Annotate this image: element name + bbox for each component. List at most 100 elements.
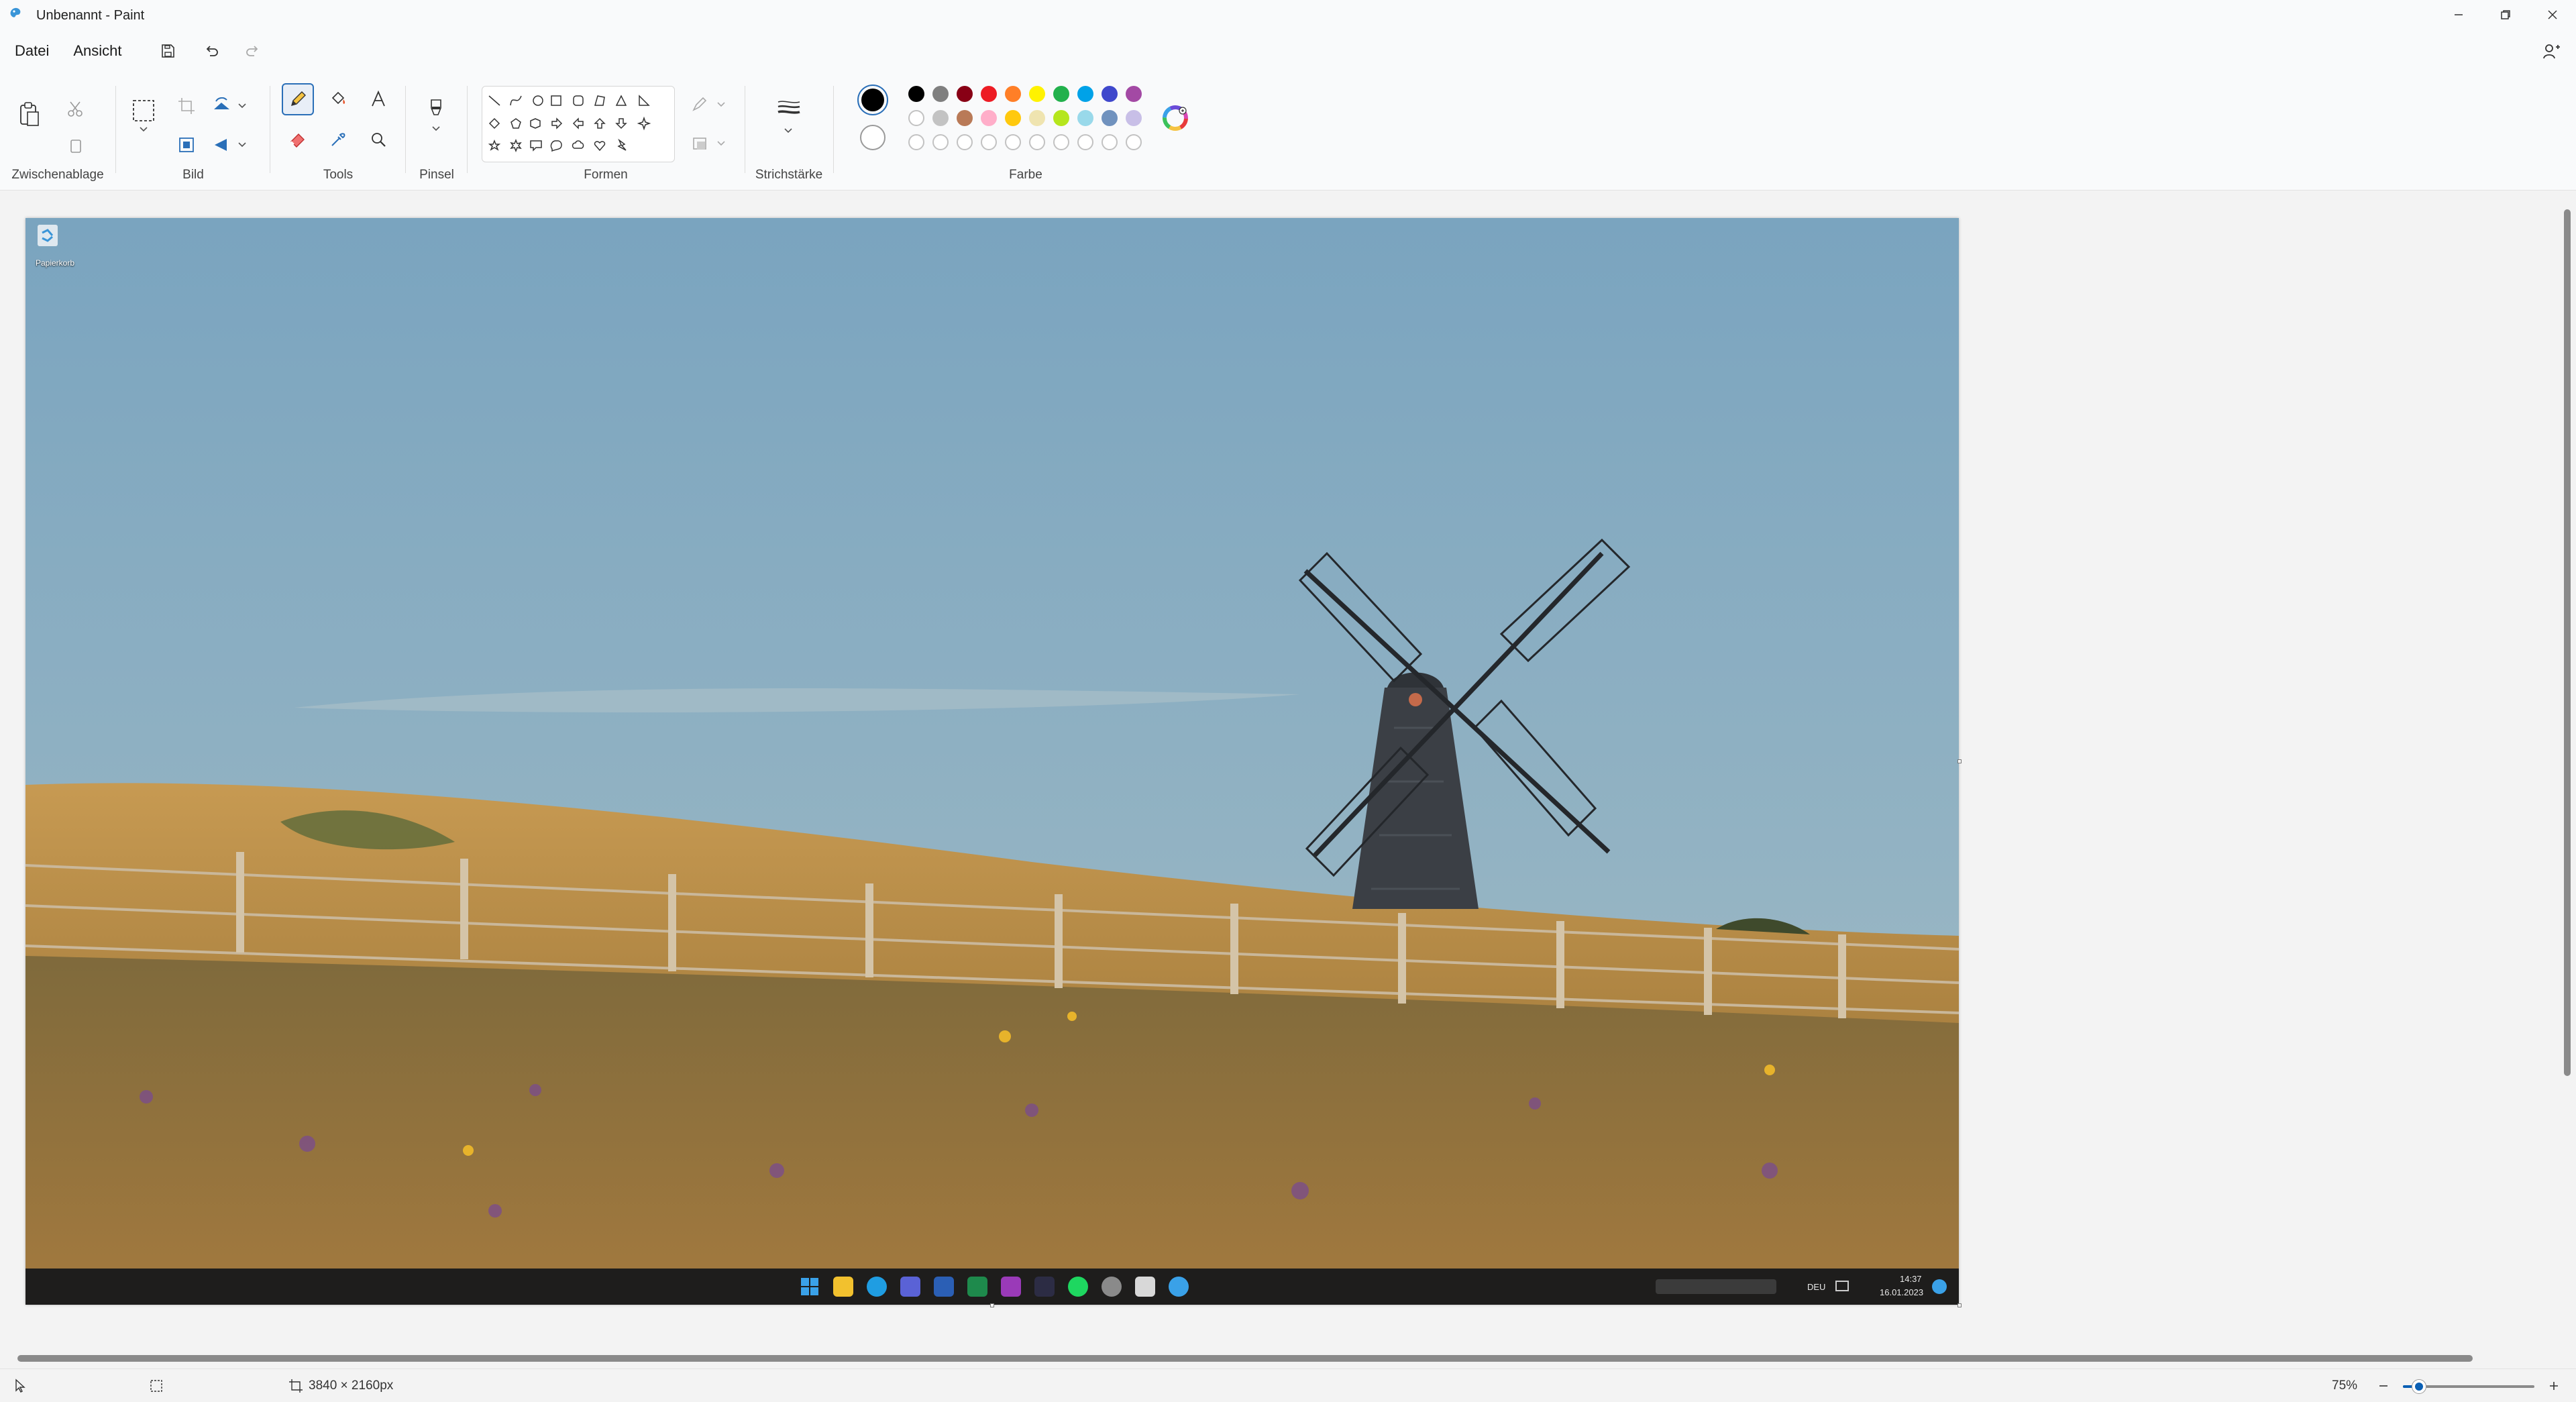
lightning-shape[interactable] [617, 138, 627, 151]
drawing-canvas[interactable]: Papierkorb DEU 14:37 16.01.2023 [25, 218, 1959, 1305]
eraser-tool[interactable] [282, 123, 314, 156]
color-swatch[interactable] [1029, 110, 1045, 126]
curve-shape[interactable] [510, 95, 522, 106]
brushes-button[interactable] [420, 93, 452, 140]
ribbon-separator [467, 86, 468, 173]
redo-button[interactable] [232, 34, 272, 68]
color-swatch[interactable] [981, 86, 997, 102]
color-swatch[interactable] [1005, 110, 1021, 126]
stroke-size-button[interactable] [773, 93, 805, 146]
triangle-shape[interactable] [615, 95, 627, 106]
color-picker-tool[interactable] [322, 123, 354, 156]
restore-button[interactable] [2482, 0, 2529, 30]
zoom-out-button[interactable] [2375, 1377, 2392, 1395]
flip-button[interactable] [209, 129, 252, 161]
minimize-button[interactable] [2435, 0, 2482, 30]
line-shape[interactable] [488, 95, 500, 106]
custom-color-swatch[interactable] [1102, 134, 1118, 150]
crop-button[interactable] [170, 90, 203, 122]
share-button[interactable] [2537, 36, 2567, 66]
color-swatch[interactable] [1077, 110, 1093, 126]
polygon-shape[interactable] [594, 95, 605, 106]
resize-button[interactable] [170, 129, 203, 161]
horizontal-scrollbar[interactable] [17, 1355, 2473, 1362]
rounded-rectangle-shape[interactable] [573, 95, 584, 106]
color-swatch[interactable] [1005, 86, 1021, 102]
custom-color-swatch[interactable] [1005, 134, 1021, 150]
color-swatch[interactable] [932, 110, 949, 126]
paste-button[interactable] [13, 91, 46, 138]
cut-button[interactable] [59, 93, 91, 125]
zoom-slider[interactable] [2403, 1380, 2534, 1393]
canvas-resize-handle-bottom[interactable] [990, 1303, 994, 1307]
up-arrow-shape[interactable] [594, 117, 606, 129]
save-button[interactable] [148, 34, 188, 68]
six-point-star-shape[interactable] [510, 138, 522, 153]
color-swatch[interactable] [957, 86, 973, 102]
custom-color-swatch[interactable] [1053, 134, 1069, 150]
oval-callout-shape[interactable] [550, 140, 562, 152]
custom-color-swatch[interactable] [957, 134, 973, 150]
hexagon-shape[interactable] [530, 118, 541, 129]
fill-tool[interactable] [322, 83, 354, 115]
custom-color-swatch[interactable] [1126, 134, 1142, 150]
clipboard-group: Zwischenablage [0, 72, 115, 191]
canvas-resize-handle-corner[interactable] [1957, 1303, 1962, 1307]
left-arrow-shape[interactable] [572, 117, 584, 129]
menu-file[interactable]: Datei [3, 35, 61, 67]
cloud-callout-shape[interactable] [572, 140, 584, 149]
color-swatch[interactable] [957, 110, 973, 126]
secondary-color-button[interactable] [860, 125, 885, 150]
color-swatch[interactable] [1126, 86, 1142, 102]
custom-color-swatch[interactable] [932, 134, 949, 150]
color-swatch[interactable] [1102, 86, 1118, 102]
pentagon-shape[interactable] [511, 118, 521, 129]
right-triangle-shape[interactable] [639, 95, 650, 106]
color-swatch[interactable] [1102, 110, 1118, 126]
right-arrow-shape[interactable] [551, 117, 563, 129]
custom-color-swatch[interactable] [981, 134, 997, 150]
color-swatch[interactable] [1029, 86, 1045, 102]
color-swatch[interactable] [1077, 86, 1093, 102]
copy-button[interactable] [59, 130, 91, 162]
magnifier-tool[interactable] [362, 123, 394, 156]
diamond-shape[interactable] [488, 117, 500, 129]
fill-style-button[interactable] [690, 127, 730, 160]
select-button[interactable] [127, 93, 160, 140]
text-tool[interactable] [362, 83, 394, 115]
pencil-tool[interactable] [282, 83, 314, 115]
color-swatch[interactable] [1053, 86, 1069, 102]
primary-color-button[interactable] [857, 85, 888, 115]
heart-shape[interactable] [594, 141, 606, 152]
color-swatch[interactable] [908, 110, 924, 126]
color-swatch[interactable] [908, 86, 924, 102]
edit-colors-button[interactable] [1162, 105, 1189, 131]
menu-view[interactable]: Ansicht [61, 35, 133, 67]
color-swatch[interactable] [932, 86, 949, 102]
five-point-star-shape[interactable] [488, 139, 501, 151]
down-arrow-shape[interactable] [615, 118, 627, 129]
zoom-slider-thumb[interactable] [2412, 1380, 2426, 1393]
outline-icon [692, 97, 725, 111]
oval-shape[interactable] [533, 95, 543, 106]
color-wheel-icon [1163, 105, 1188, 131]
rectangle-shape[interactable] [551, 95, 561, 106]
rotate-button[interactable] [209, 90, 252, 122]
zoom-level[interactable]: 75% [2332, 1379, 2357, 1393]
tray-icons [1656, 1279, 1776, 1294]
custom-color-swatch[interactable] [1077, 134, 1093, 150]
color-swatch[interactable] [1126, 110, 1142, 126]
four-point-star-shape[interactable] [637, 116, 651, 131]
close-button[interactable] [2529, 0, 2576, 30]
canvas-resize-handle-right[interactable] [1957, 759, 1962, 763]
color-swatch[interactable] [981, 110, 997, 126]
zoom-in-button[interactable] [2545, 1377, 2563, 1395]
rectangular-callout-shape[interactable] [530, 140, 542, 152]
canvas-area[interactable]: Papierkorb DEU 14:37 16.01.2023 [0, 191, 2576, 1345]
color-swatch[interactable] [1053, 110, 1069, 126]
custom-color-swatch[interactable] [908, 134, 924, 150]
vertical-scrollbar[interactable] [2564, 209, 2571, 1076]
undo-button[interactable] [192, 34, 232, 68]
outline-button[interactable] [690, 89, 730, 121]
custom-color-swatch[interactable] [1029, 134, 1045, 150]
